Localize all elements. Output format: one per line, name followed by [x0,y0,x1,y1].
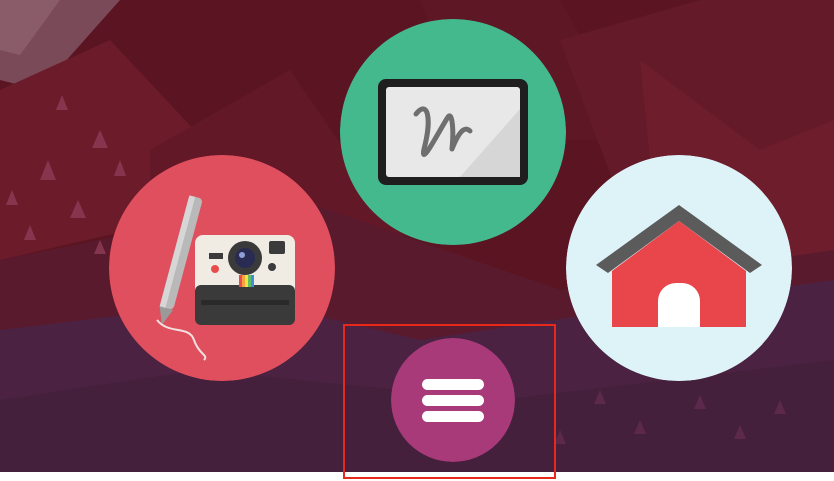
bottom-strip [0,472,834,481]
house-icon [566,155,792,381]
photo-app-button[interactable] [109,155,335,381]
menu-button[interactable] [391,338,515,462]
hamburger-menu-icon [391,338,515,462]
home-app-button[interactable] [566,155,792,381]
drawing-app-button[interactable] [340,19,566,245]
camera-pen-icon [109,155,335,381]
drawing-tablet-icon [340,19,566,245]
